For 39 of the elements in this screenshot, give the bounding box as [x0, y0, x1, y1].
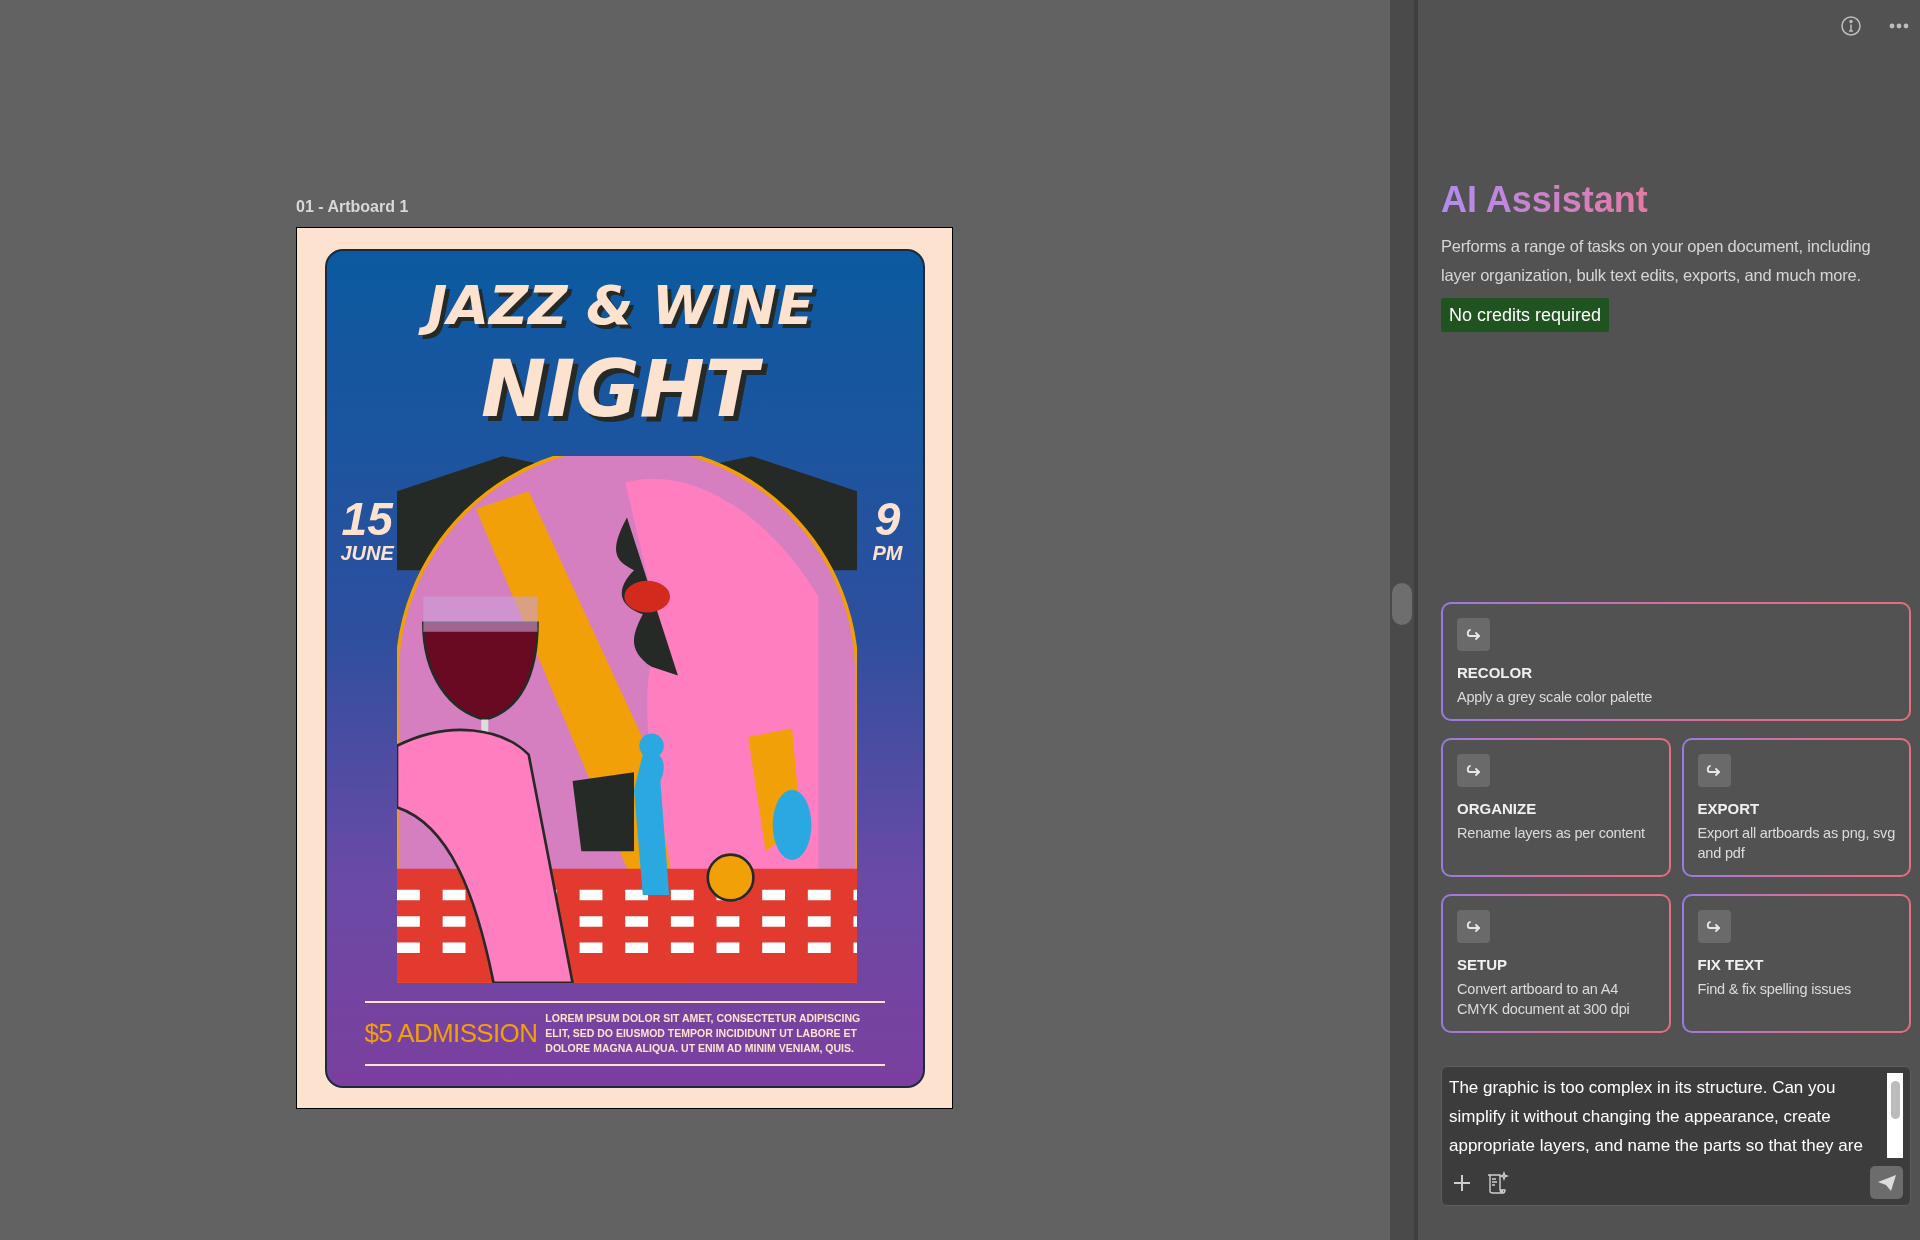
- credits-badge: No credits required: [1441, 298, 1610, 332]
- poster-title: NIGHT: [475, 342, 774, 441]
- plus-icon[interactable]: [1453, 1173, 1471, 1192]
- poster-time-hour: 9: [874, 495, 901, 542]
- suggestion-card[interactable]: RECOLOR Apply a grey scale color palette: [1441, 602, 1911, 721]
- suggestion-card[interactable]: FIX TEXT Find & fix spelling issues: [1681, 894, 1911, 1033]
- send-button[interactable]: [1870, 1166, 1903, 1199]
- suggestion-description: Find & fix spelling issues: [1697, 980, 1853, 999]
- suggestion-title: SETUP: [1457, 955, 1508, 975]
- suggestion-description: Rename layers as per content: [1457, 824, 1646, 843]
- more-options-icon[interactable]: [1889, 23, 1909, 29]
- poster-details: LOREM IPSUM DOLOR SIT AMET, CONSECTETUR ADIPISCING ELIT, SED DO EIUSMOD TEMPOR INCIDIDUNT UT LABORE ET DOLORE MAGNA ALIQUA. UT ENIM AD MINIM VENIAM, QUIS.: [545, 1010, 862, 1056]
- suggestion-title: EXPORT: [1697, 799, 1761, 819]
- suggestion-card[interactable]: EXPORT Export all artboards as png, svg and pdf: [1681, 738, 1911, 877]
- scroll-handle[interactable]: [1392, 583, 1412, 625]
- return-arrow-icon: [1706, 919, 1722, 934]
- suggestion-description: Export all artboards as png, svg and pdf: [1697, 824, 1895, 863]
- artboard-label: 01 - Artboard 1: [296, 197, 410, 217]
- suggestion-title: RECOLOR: [1457, 663, 1533, 683]
- paper-plane-icon: [1876, 1173, 1897, 1192]
- poster-admission: $5 ADMISSION: [364, 1018, 538, 1048]
- suggestion-description: Apply a grey scale color palette: [1457, 688, 1654, 707]
- return-arrow-icon: [1465, 627, 1482, 642]
- poster-date-day: 15: [341, 495, 393, 542]
- suggestion-description: Convert artboard to an A4 CMYK document at 300 dpi: [1457, 980, 1631, 1019]
- assistant-description: Performs a range of tasks on your open document, including layer organization, bulk text edits, exports, and much more.: [1441, 236, 1872, 286]
- poster-time-period: PM: [872, 541, 903, 564]
- poster-date-month: JUNE: [340, 541, 394, 564]
- prompt-text: The graphic is too complex in its structure. Can you simplify it without changing the appearance, create appropriate layers, and name the parts so that they are: [1449, 1077, 1864, 1157]
- suggestion-title: FIX TEXT: [1697, 955, 1765, 975]
- suggestion-title: ORGANIZE: [1457, 799, 1538, 819]
- prompt-field[interactable]: The graphic is too complex in its structure. Can you simplify it without changing the appearance, create appropriate layers, and name the parts so that they are: [1441, 1066, 1911, 1206]
- suggestion-card[interactable]: SETUP Convert artboard to an A4 CMYK document at 300 dpi: [1441, 894, 1671, 1033]
- return-arrow-icon: [1465, 919, 1482, 934]
- suggestion-card[interactable]: ORGANIZE Rename layers as per content: [1441, 738, 1671, 877]
- return-arrow-icon: [1465, 763, 1482, 778]
- return-arrow-icon: [1706, 763, 1722, 778]
- info-icon[interactable]: [1841, 16, 1861, 36]
- scroll-sparkle-icon[interactable]: [1485, 1170, 1509, 1195]
